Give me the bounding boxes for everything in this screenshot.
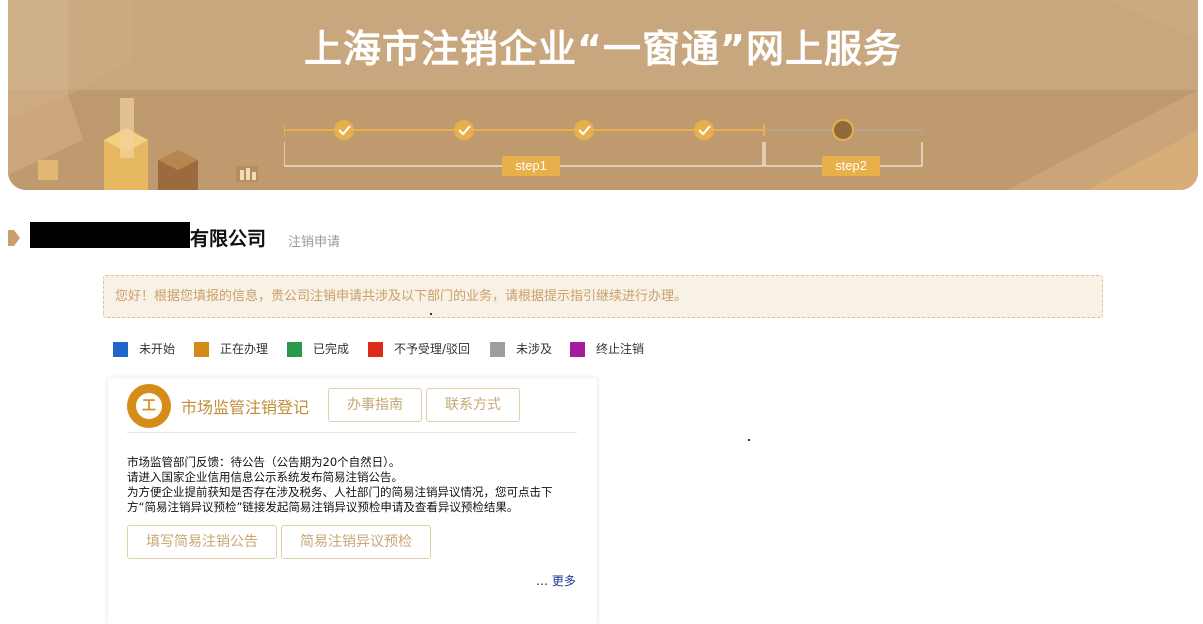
fill-notice-button[interactable]: 填写简易注销公告 [127,525,277,559]
step1-label: step1 [502,156,560,176]
legend-swatch [194,342,209,357]
info-line-1: 为方便企业提前获知是否存在涉及税务、人社部门的简易注销异议情况，您可点击下 [127,485,553,499]
legend-swatch [287,342,302,357]
card-divider [127,432,577,433]
banner-title: 上海市注销企业“一窗通”网上服务 [304,27,902,71]
market-regulation-card: 工 市场监管注销登记 办事指南 联系方式 市场监管部门反馈：待公告（公告期为20… [108,378,597,624]
instruction-line: 请进入国家企业信用信息公示系统发布简易注销公告。 [127,470,403,484]
step2-label: step2 [822,156,880,176]
step-check-2 [454,120,474,140]
notice-banner: 您好！根据您填报的信息，贵公司注销申请共涉及以下部门的业务，请根据提示指引继续进… [103,275,1103,318]
step-check-4 [694,120,714,140]
department-icon-inner: 工 [136,393,162,419]
legend-label: 终止注销 [596,342,645,356]
section-marker-icon [8,230,20,246]
legend-label: 不予受理/驳回 [394,342,471,356]
stray-dot [748,439,750,441]
legend-label: 未涉及 [516,342,553,356]
stray-dot [430,313,432,315]
page-subtitle: 注销申请 [288,235,341,250]
info-line-2: 方“简易注销异议预检”链接发起简易注销异议预检申请及查看异议预检结果。 [127,500,519,514]
objection-check-button[interactable]: 简易注销异议预检 [281,525,431,559]
legend-label: 正在办理 [220,342,269,356]
legend-swatch [368,342,383,357]
legend-swatch [490,342,505,357]
header-banner: 上海市注销企业“一窗通”网上服务 step1 step2 [8,0,1198,190]
contact-button[interactable]: 联系方式 [426,388,520,422]
department-icon-glyph: 工 [142,398,156,414]
legend-swatch [570,342,585,357]
status-legend: 未开始 正在办理 已完成 不予受理/驳回 未涉及 终止注销 [113,341,713,357]
more-text: 更多 [551,574,576,588]
feedback-line: 市场监管部门反馈：待公告（公告期为20个自然日）。 [127,455,401,469]
company-header: 有限公司 注销申请 [8,222,608,254]
company-name-redacted [30,222,190,248]
more-link[interactable]: … 更多 [536,572,576,589]
guide-button[interactable]: 办事指南 [328,388,422,422]
department-icon: 工 [127,384,171,428]
more-ellipsis: … [536,574,548,588]
step-check-3 [574,120,594,140]
legend-label: 未开始 [139,342,176,356]
progress-steps: step1 step2 [283,114,924,184]
card-title: 市场监管注销登记 [181,398,310,417]
card-body: 市场监管部门反馈：待公告（公告期为20个自然日）。 请进入国家企业信用信息公示系… [127,455,582,515]
legend-swatch [113,342,128,357]
step-current-dot [832,119,854,141]
legend-label: 已完成 [313,342,350,356]
step-check-1 [334,120,354,140]
company-name: 有限公司 [190,228,267,250]
